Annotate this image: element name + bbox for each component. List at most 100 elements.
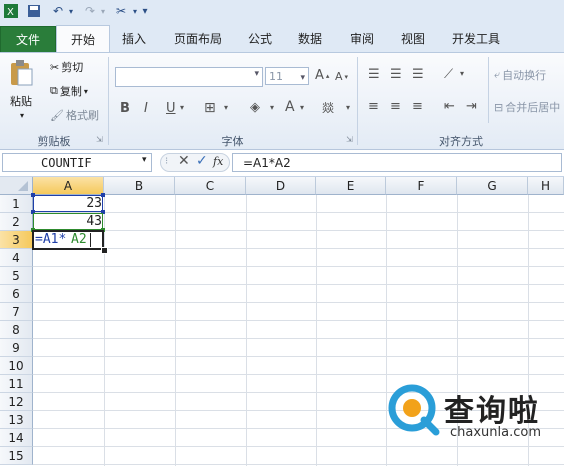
insert-function-icon[interactable]: fx [213,155,223,168]
row-header-9[interactable]: 9 [0,339,33,357]
cell-a3-formula-start: =A1* [35,232,67,247]
redo-dropdown-icon[interactable]: ▾ [98,3,108,19]
font-color-icon[interactable]: A [285,99,295,115]
tab-insert[interactable]: 插入 [114,26,154,52]
tab-data[interactable]: 数据 [290,26,330,52]
tab-view[interactable]: 视图 [393,26,433,52]
bold-button[interactable]: B [120,101,130,116]
column-header-f[interactable]: F [386,177,457,195]
shrink-font-button[interactable]: A ▾ [335,70,348,83]
increase-indent-icon[interactable]: ⇥ [466,99,477,114]
select-all-corner[interactable] [0,177,33,195]
phonetic-icon[interactable]: 燚 [322,99,334,116]
tab-review[interactable]: 审阅 [342,26,382,52]
paste-icon[interactable] [8,59,34,87]
tools-dropdown-icon[interactable]: ▾ [130,3,140,19]
grow-font-button[interactable]: A ▴ [315,68,329,83]
italic-button[interactable]: I [144,101,148,116]
tools-icon[interactable]: ✂ [112,3,130,19]
clipboard-launcher-icon[interactable]: ⇲ [96,135,103,144]
align-left-icon[interactable]: ≡ [368,99,379,114]
align-middle-icon[interactable]: ☰ [390,67,402,82]
underline-dropdown-icon[interactable]: ▾ [180,103,184,112]
copy-button[interactable]: ⧉ 复制 ▾ [50,83,88,99]
row-header-8[interactable]: 8 [0,321,33,339]
column-header-g[interactable]: G [457,177,528,195]
paste-dropdown-icon[interactable]: ▾ [20,111,24,120]
row-header-14[interactable]: 14 [0,429,33,447]
copy-dropdown-icon[interactable]: ▾ [84,87,88,96]
row-header-2[interactable]: 2 [0,213,33,231]
separator [488,57,489,123]
align-center-icon[interactable]: ≡ [390,99,401,114]
row-header-1[interactable]: 1 [0,195,33,213]
merge-center-button[interactable]: ⊟ 合并后居中 [494,99,560,115]
row-header-5[interactable]: 5 [0,267,33,285]
tab-page-layout[interactable]: 页面布局 [166,26,230,52]
column-header-h[interactable]: H [528,177,564,195]
column-header-a[interactable]: A [33,177,104,195]
save-icon[interactable] [26,3,42,19]
enter-icon[interactable]: ✓ [196,153,208,169]
tab-home[interactable]: 开始 [56,25,110,54]
decrease-indent-icon[interactable]: ⇤ [444,99,455,114]
tab-file[interactable]: 文件 [0,26,56,53]
wrap-text-label: 自动换行 [502,69,547,82]
font-launcher-icon[interactable]: ⇲ [346,135,353,144]
orientation-icon[interactable]: ⟋ [444,67,453,82]
gridline [104,195,105,466]
column-header-b[interactable]: B [104,177,175,195]
align-top-icon[interactable]: ☰ [368,67,380,82]
cell-a1[interactable]: 23 [34,195,102,213]
font-color-dropdown-icon[interactable]: ▾ [300,103,304,112]
phonetic-dropdown-icon[interactable]: ▾ [346,103,350,112]
column-header-c[interactable]: C [175,177,246,195]
copy-icon: ⧉ [50,84,58,97]
orientation-dropdown-icon[interactable]: ▾ [460,69,464,78]
gridline [175,195,176,466]
font-size-dropdown-icon[interactable]: ▾ [300,69,305,87]
font-size-value: 11 [269,70,283,83]
fill-color-dropdown-icon[interactable]: ▾ [270,103,274,112]
row-header-13[interactable]: 13 [0,411,33,429]
gridline [246,195,247,466]
undo-dropdown-icon[interactable]: ▾ [66,3,76,19]
gridline [33,248,564,249]
align-bottom-icon[interactable]: ☰ [412,67,424,82]
borders-icon[interactable]: ⊞ [204,100,216,116]
cell-a2[interactable]: 43 [34,213,102,231]
cancel-icon[interactable]: ✕ [178,153,190,169]
row-header-10[interactable]: 10 [0,357,33,375]
row-header-4[interactable]: 4 [0,249,33,267]
font-name-dropdown-icon[interactable]: ▾ [254,69,259,79]
fill-handle[interactable] [101,247,108,254]
row-header-11[interactable]: 11 [0,375,33,393]
wrap-text-button[interactable]: ⤶ 自动换行 [494,67,546,83]
formula-input[interactable]: =A1*A2 [232,153,562,172]
borders-dropdown-icon[interactable]: ▾ [224,103,228,112]
font-size-select[interactable]: 11 ▾ [265,67,309,85]
row-header-7[interactable]: 7 [0,303,33,321]
fill-color-icon[interactable]: ◈ [250,100,260,115]
paste-button[interactable]: 粘贴 [10,93,32,109]
cut-button[interactable]: ✂ 剪切 [50,59,83,75]
row-header-3[interactable]: 3 [0,231,33,249]
undo-icon[interactable]: ↶ [50,3,66,19]
redo-icon[interactable]: ↷ [82,3,98,19]
formula-bar: COUNTIF ▾ ⁝ ✕ ✓ fx =A1*A2 [0,150,564,177]
column-header-e[interactable]: E [316,177,386,195]
underline-button[interactable]: U [166,101,176,116]
column-header-d[interactable]: D [246,177,316,195]
row-header-6[interactable]: 6 [0,285,33,303]
tab-formulas[interactable]: 公式 [240,26,280,52]
row-header-15[interactable]: 15 [0,447,33,465]
align-right-icon[interactable]: ≡ [412,99,423,114]
tab-developer[interactable]: 开发工具 [444,26,508,52]
name-box[interactable]: COUNTIF [2,153,152,172]
customize-toolbar-icon[interactable]: ▾ [140,3,150,19]
row-header-12[interactable]: 12 [0,393,33,411]
active-cell-a3[interactable]: =A1* A2 [32,230,104,250]
name-box-dropdown-icon[interactable]: ▾ [142,155,147,165]
font-name-select[interactable]: ▾ [115,67,263,87]
format-painter-button[interactable]: 🖌 格式刷 [50,107,99,123]
